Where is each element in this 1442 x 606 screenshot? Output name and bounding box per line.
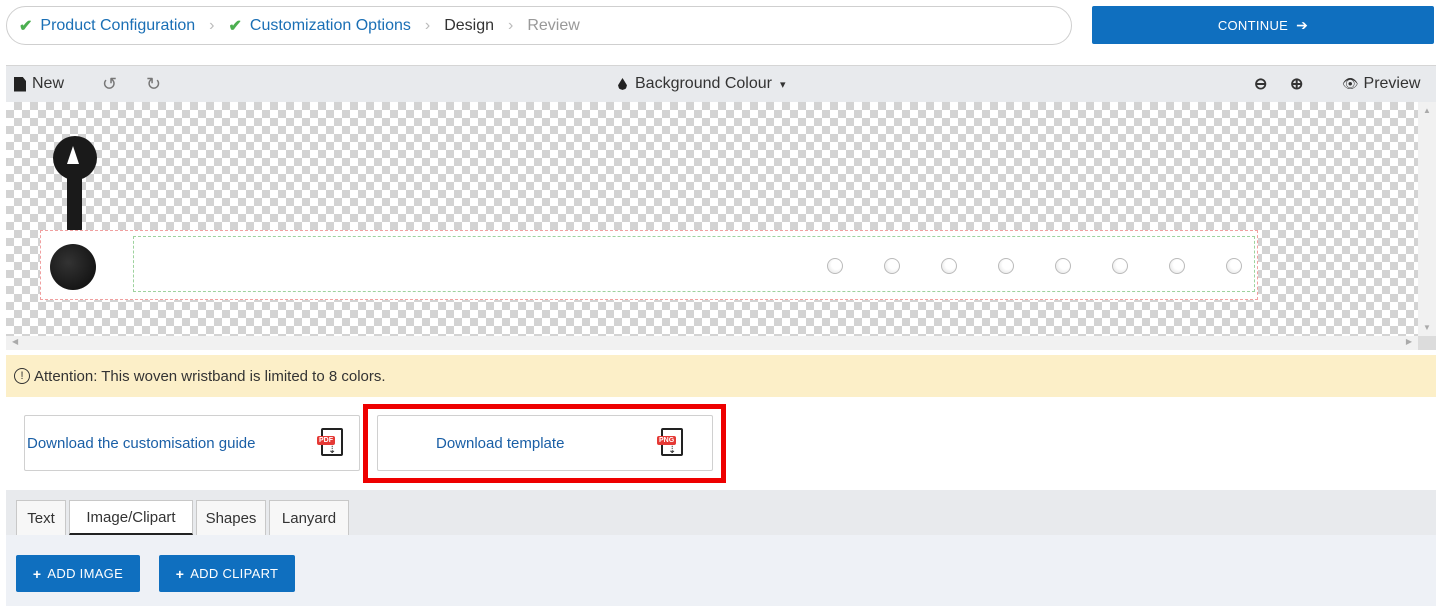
design-canvas[interactable] xyxy=(6,102,1418,348)
chevron-right-icon: › xyxy=(424,16,431,34)
continue-label: CONTINUE xyxy=(1217,17,1289,33)
pdf-file-icon: PDF ⇣ xyxy=(317,428,343,456)
wristband-hole xyxy=(1226,258,1242,274)
tab-shapes[interactable]: Shapes xyxy=(196,500,266,535)
editor-toolbar: New ↺ ↻ Background Colour ▾ ⊖ ⊕ 👁 Previe… xyxy=(6,65,1436,102)
chevron-right-icon: › xyxy=(209,16,215,34)
breadcrumb-step-design: Design xyxy=(444,17,494,35)
tab-text[interactable]: Text xyxy=(16,500,66,535)
zoom-in-button[interactable]: ⊕ xyxy=(1290,74,1303,94)
breadcrumb: ✔ Product Configuration › ✔ Customizatio… xyxy=(6,6,1072,45)
check-icon: ✔ xyxy=(19,17,33,35)
add-clipart-label: ADD CLIPART xyxy=(190,566,279,581)
caret-down-icon: ▾ xyxy=(779,78,786,91)
scroll-down-icon[interactable]: ▼ xyxy=(1423,323,1431,332)
undo-icon: ↺ xyxy=(102,73,118,94)
breadcrumb-label: Product Configuration xyxy=(40,16,196,34)
zoom-out-button[interactable]: ⊖ xyxy=(1254,74,1267,94)
scroll-up-icon[interactable]: ▲ xyxy=(1423,106,1431,115)
attention-banner: ! Attention: This woven wristband is lim… xyxy=(6,355,1436,397)
arrow-right-icon: ➔ xyxy=(1296,16,1309,33)
add-image-label: ADD IMAGE xyxy=(47,566,124,581)
breadcrumb-label: Customization Options xyxy=(249,16,411,34)
download-guide-label: Download the customisation guide xyxy=(27,434,256,452)
file-icon xyxy=(14,76,26,92)
chevron-right-icon: › xyxy=(508,16,514,34)
check-icon: ✔ xyxy=(228,17,242,35)
download-guide-button[interactable]: Download the customisation guide PDF ⇣ xyxy=(24,415,360,471)
breadcrumb-label: Review xyxy=(527,16,580,34)
add-clipart-button[interactable]: + ADD CLIPART xyxy=(159,555,295,592)
eye-icon: 👁 xyxy=(1342,76,1359,91)
breadcrumb-step-customization-options[interactable]: ✔ Customization Options xyxy=(229,16,411,36)
wristband-hole xyxy=(884,258,900,274)
scroll-right-icon[interactable]: ▶ xyxy=(1406,337,1412,346)
new-label: New xyxy=(32,75,65,92)
breadcrumb-step-product-configuration[interactable]: ✔ Product Configuration xyxy=(19,16,195,36)
preview-label: Preview xyxy=(1363,75,1421,92)
redo-button[interactable]: ↻ xyxy=(146,74,161,95)
scroll-corner xyxy=(1418,336,1436,350)
wristband xyxy=(40,230,1258,300)
scroll-left-icon[interactable]: ◀ xyxy=(12,337,18,346)
undo-button[interactable]: ↺ xyxy=(102,74,117,95)
wristband-hole xyxy=(998,258,1014,274)
highlight-box xyxy=(363,404,726,483)
breadcrumb-label: Design xyxy=(444,16,495,34)
vertical-scrollbar[interactable]: ▲ ▼ xyxy=(1418,102,1436,336)
wristband-hole xyxy=(827,258,843,274)
info-icon: ! xyxy=(14,368,30,384)
wristband-hole xyxy=(1112,258,1128,274)
new-button[interactable]: New xyxy=(14,75,64,93)
attention-text: Attention: This woven wristband is limit… xyxy=(34,367,386,385)
redo-icon: ↻ xyxy=(146,73,162,94)
wristband-hole xyxy=(1169,258,1185,274)
tab-lanyard[interactable]: Lanyard xyxy=(269,500,349,535)
background-colour-dropdown[interactable]: Background Colour ▾ xyxy=(618,75,786,93)
wristband-hole xyxy=(1055,258,1071,274)
wristband-hole xyxy=(941,258,957,274)
droplet-icon xyxy=(618,78,627,90)
background-colour-label: Background Colour xyxy=(635,75,772,92)
wristband-design-area[interactable] xyxy=(133,236,1255,292)
preview-button[interactable]: 👁 Preview xyxy=(1342,75,1420,93)
wristband-clasp-stem xyxy=(67,172,82,232)
zoom-out-icon: ⊖ xyxy=(1254,76,1268,93)
wristband-clasp-bottom xyxy=(50,244,96,290)
horizontal-scrollbar[interactable]: ◀ ▶ xyxy=(6,336,1418,350)
add-image-button[interactable]: + ADD IMAGE xyxy=(16,555,140,592)
plus-icon: + xyxy=(175,565,185,582)
tab-image-clipart[interactable]: Image/Clipart xyxy=(69,500,193,535)
breadcrumb-step-review: Review xyxy=(527,17,579,35)
zoom-in-icon: ⊕ xyxy=(1290,76,1304,93)
continue-button[interactable]: CONTINUE ➔ xyxy=(1092,6,1434,44)
plus-icon: + xyxy=(32,565,42,582)
